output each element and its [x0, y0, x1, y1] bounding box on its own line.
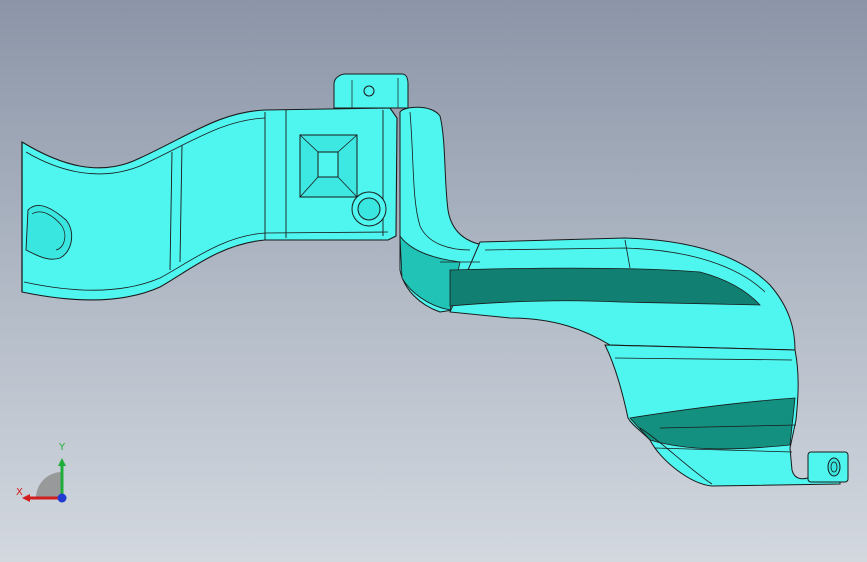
- y-axis-label: Y: [59, 442, 66, 453]
- z-axis-dot-icon: [57, 493, 67, 503]
- triad-plane-wedge: [36, 472, 62, 498]
- top-tab-hole: [363, 85, 375, 97]
- square-pocket-inner: [317, 151, 339, 178]
- cad-3d-viewport[interactable]: X Y: [0, 0, 867, 562]
- bracket-part-model[interactable]: [0, 0, 867, 562]
- bottom-tab-slot: [827, 457, 841, 477]
- x-axis-arrow-icon: [22, 494, 30, 502]
- coordinate-triad: X Y: [14, 440, 78, 506]
- y-axis-arrow-icon: [58, 458, 66, 466]
- round-boss-inner: [357, 197, 381, 221]
- x-axis-label: X: [16, 487, 23, 498]
